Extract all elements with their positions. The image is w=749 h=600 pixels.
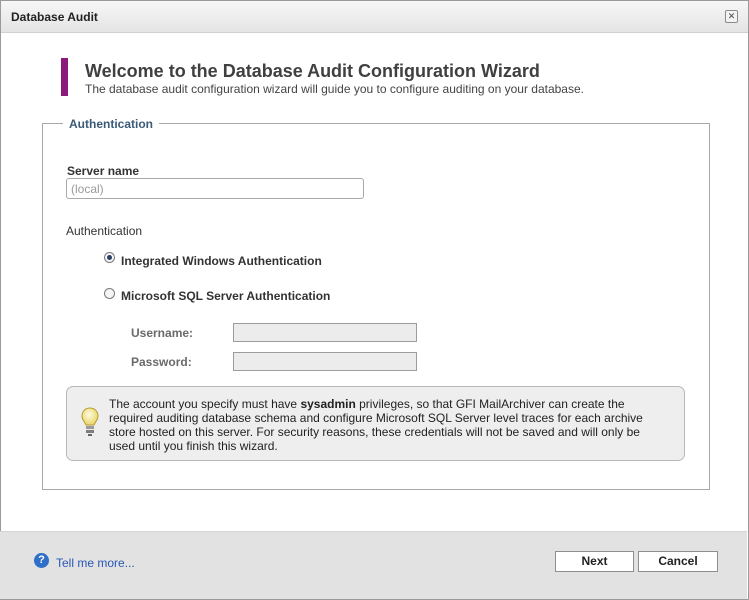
authentication-label: Authentication bbox=[66, 224, 143, 238]
server-name-label: Server name bbox=[67, 164, 140, 178]
integrated-windows-auth-label[interactable]: Integrated Windows Authentication bbox=[121, 254, 322, 268]
wizard-title: Welcome to the Database Audit Configurat… bbox=[85, 61, 540, 81]
close-icon[interactable]: ✕ bbox=[725, 10, 738, 23]
next-button[interactable]: Next bbox=[555, 551, 634, 572]
tell-me-more-link[interactable]: Tell me more... bbox=[56, 556, 135, 570]
help-icon[interactable]: ? bbox=[34, 553, 49, 568]
lightbulb-icon bbox=[81, 407, 99, 436]
cancel-button[interactable]: Cancel bbox=[638, 551, 718, 572]
integrated-windows-auth-radio[interactable] bbox=[104, 252, 115, 263]
authentication-group-legend: Authentication bbox=[63, 117, 159, 131]
password-label: Password: bbox=[131, 355, 192, 369]
wizard-subtitle: The database audit configuration wizard … bbox=[85, 82, 584, 96]
sql-server-auth-label[interactable]: Microsoft SQL Server Authentication bbox=[121, 289, 330, 303]
window-title: Database Audit bbox=[11, 10, 98, 24]
info-text: The account you specify must have sysadm… bbox=[109, 397, 643, 453]
sql-server-auth-radio[interactable] bbox=[104, 288, 115, 299]
username-field[interactable] bbox=[233, 323, 417, 342]
sysadmin-emphasis: sysadmin bbox=[300, 397, 356, 411]
wizard-accent-bar bbox=[61, 58, 68, 96]
username-label: Username: bbox=[131, 326, 194, 340]
title-bar: Database Audit ✕ bbox=[1, 1, 748, 33]
server-name-input[interactable] bbox=[66, 178, 364, 199]
password-field[interactable] bbox=[233, 352, 417, 371]
